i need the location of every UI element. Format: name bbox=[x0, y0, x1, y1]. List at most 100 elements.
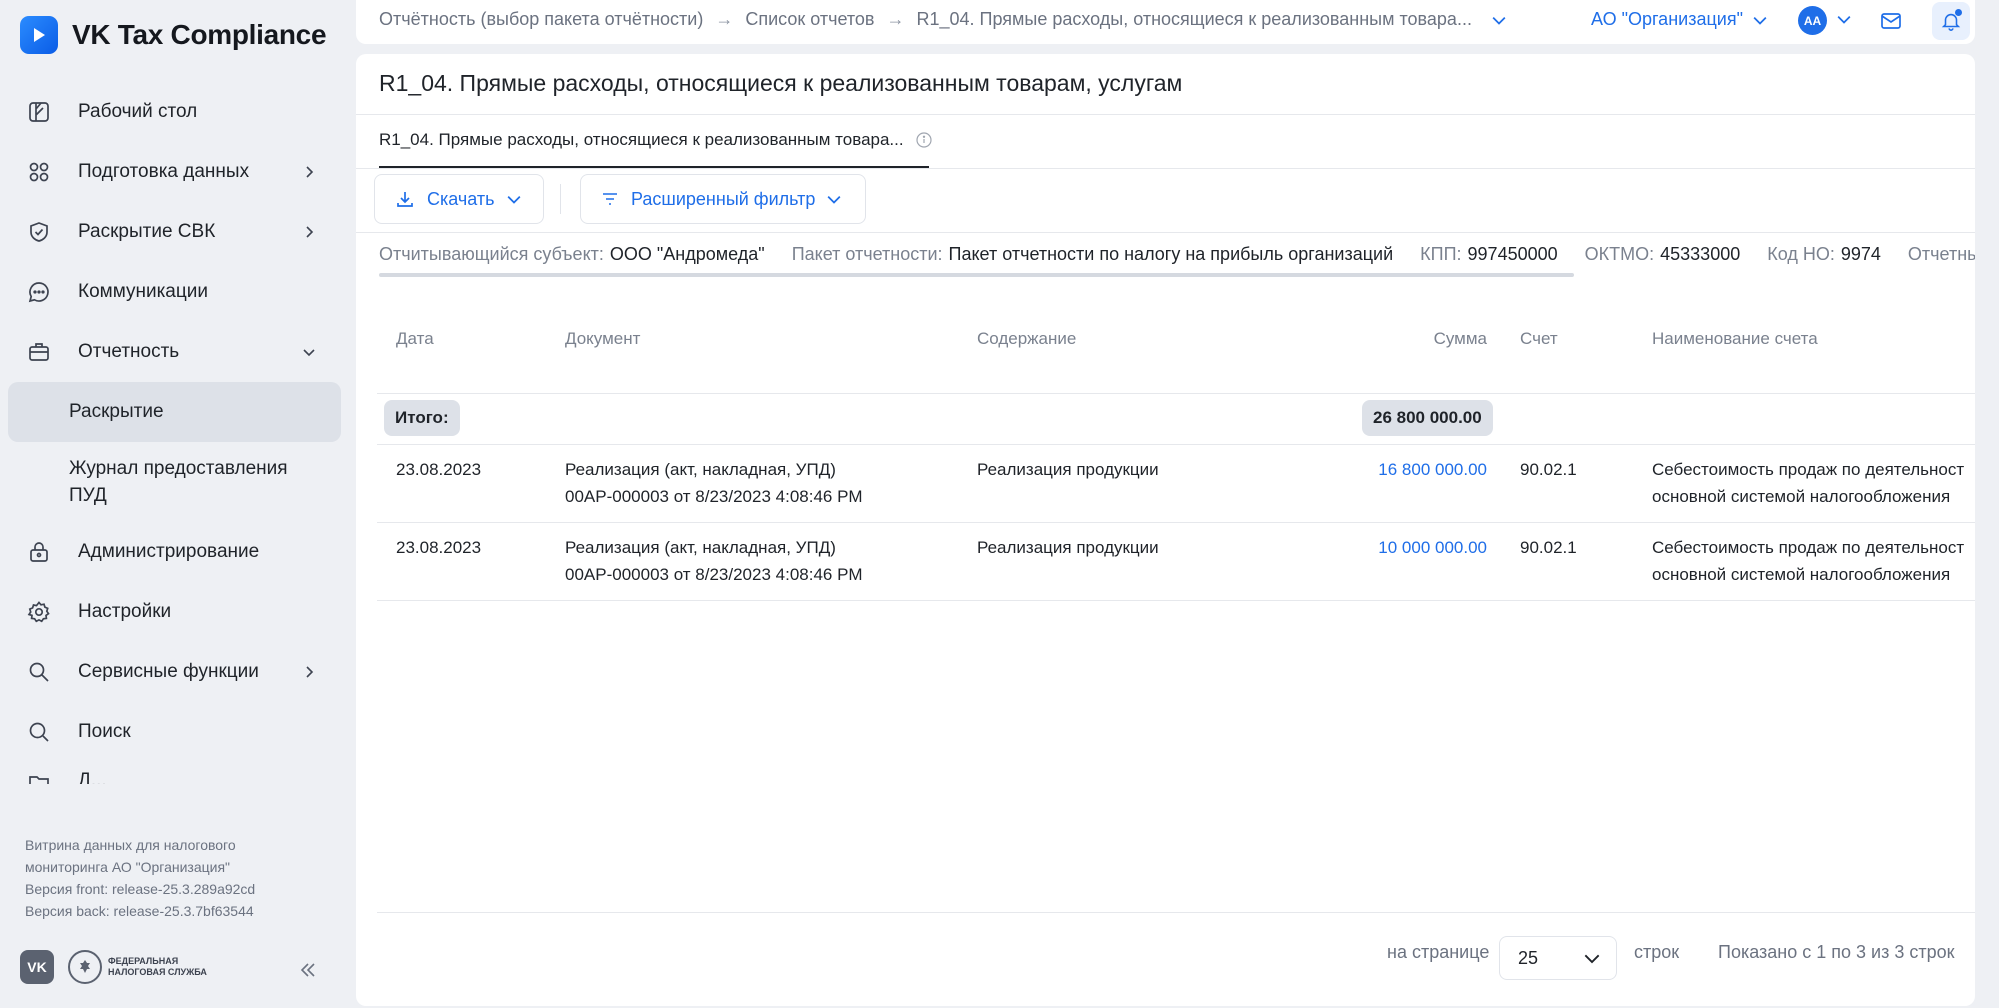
sidebar: VK Tax Compliance Рабочий стол Подготовк… bbox=[0, 0, 356, 1008]
arrow-right-icon: → bbox=[715, 9, 734, 29]
avatar[interactable]: АА bbox=[1798, 6, 1827, 35]
sidebar-item-label: Подготовка данных bbox=[78, 161, 250, 182]
sidebar-item-admin[interactable]: Администрирование bbox=[8, 522, 341, 582]
document-type: Реализация (акт, накладная, УПД) bbox=[565, 538, 836, 557]
info-value: ООО "Андромеда" bbox=[609, 244, 765, 264]
sidebar-item-svk[interactable]: Раскрытие СВК bbox=[8, 202, 341, 262]
cell-document: Реализация (акт, накладная, УПД) 00АР-00… bbox=[565, 456, 863, 510]
cell-date: 23.08.2023 bbox=[396, 460, 482, 479]
account-name-line: основной системой налогообложения bbox=[1652, 487, 1951, 506]
download-icon bbox=[397, 192, 413, 207]
cell-sum-link[interactable]: 10 000 000.00 bbox=[1296, 534, 1487, 561]
advanced-filter-button[interactable]: Расширенный фильтр bbox=[580, 174, 866, 224]
per-page-value: 25 bbox=[1518, 947, 1539, 968]
sidebar-nav: Рабочий стол Подготовка данных Раскрытие… bbox=[8, 82, 341, 784]
sidebar-item-label: Раскрытие bbox=[69, 401, 164, 422]
notification-dot bbox=[1955, 9, 1962, 16]
shown-count: Показано с 1 по 3 из 3 строк bbox=[1718, 942, 1955, 962]
collapse-sidebar-icon[interactable] bbox=[298, 960, 320, 982]
briefcase-icon bbox=[26, 339, 52, 365]
sidebar-item-label: Раскрытие СВК bbox=[78, 221, 216, 242]
lock-person-icon bbox=[26, 539, 52, 565]
sidebar-item-label: Рабочий стол bbox=[78, 101, 198, 122]
sidebar-item-label: Сервисные функции bbox=[78, 661, 259, 682]
top-header: Отчётность (выбор пакета отчётности) → С… bbox=[356, 0, 1975, 44]
info-value: 45333000 bbox=[1660, 244, 1741, 264]
filter-label: Расширенный фильтр bbox=[631, 188, 816, 209]
organization-select[interactable]: АО "Организация" bbox=[1591, 9, 1767, 30]
footer-line: мониторинга АО "Организация" bbox=[25, 859, 231, 875]
folder-icon bbox=[26, 770, 52, 784]
app-logo[interactable]: VK Tax Compliance bbox=[20, 16, 327, 54]
row-divider bbox=[377, 600, 1975, 601]
chevron-down-icon bbox=[1584, 954, 1600, 964]
cell-account: 90.02.1 bbox=[1520, 538, 1577, 557]
cell-sum-link[interactable]: 16 800 000.00 bbox=[1296, 456, 1487, 483]
info-value: Пакет отчетности по налогу на прибыль ор… bbox=[948, 244, 1394, 264]
report-info: Отчитывающийся субъект: ООО "Андромеда" П… bbox=[379, 244, 1975, 265]
column-header-document[interactable]: Документ bbox=[565, 329, 640, 349]
document-type: Реализация (акт, накладная, УПД) bbox=[565, 460, 836, 479]
per-page-select[interactable]: 25 bbox=[1499, 936, 1617, 980]
sidebar-item-settings[interactable]: Настройки bbox=[8, 582, 341, 642]
search-gear-icon bbox=[26, 659, 52, 685]
toolbar-separator bbox=[560, 184, 561, 214]
organization-label: АО "Организация" bbox=[1591, 9, 1743, 29]
sidebar-item-desktop[interactable]: Рабочий стол bbox=[8, 82, 341, 142]
sidebar-item-data-prep[interactable]: Подготовка данных bbox=[8, 142, 341, 202]
tab-label: R1_04. Прямые расходы, относящиеся к реа… bbox=[379, 130, 904, 149]
info-icon[interactable] bbox=[916, 132, 932, 148]
sidebar-item-reporting[interactable]: Отчетность bbox=[8, 322, 341, 382]
chevron-down-icon[interactable] bbox=[1837, 12, 1851, 31]
chevron-down-icon bbox=[827, 196, 841, 204]
info-key: КПП: bbox=[1420, 244, 1462, 264]
sidebar-item-label: Д... bbox=[78, 770, 107, 784]
chevron-down-icon bbox=[1753, 16, 1767, 25]
divider bbox=[377, 912, 1975, 913]
column-header-content[interactable]: Содержание bbox=[977, 329, 1076, 349]
breadcrumb-item[interactable]: R1_04. Прямые расходы, относящиеся к реа… bbox=[916, 9, 1471, 30]
sidebar-item-label: Поиск bbox=[78, 721, 131, 742]
footer-line: Витрина данных для налогового bbox=[25, 837, 236, 853]
download-button[interactable]: Скачать bbox=[374, 174, 544, 224]
chevron-down-icon bbox=[299, 342, 319, 362]
column-header-sum[interactable]: Сумма bbox=[1356, 329, 1487, 349]
vk-logo: VK bbox=[20, 950, 54, 984]
column-header-account[interactable]: Счет bbox=[1520, 329, 1558, 349]
dashboard-icon bbox=[26, 99, 52, 125]
tab-report[interactable]: R1_04. Прямые расходы, относящиеся к реа… bbox=[379, 130, 932, 150]
breadcrumb: Отчётность (выбор пакета отчётности) → С… bbox=[379, 9, 1512, 30]
sidebar-item-service[interactable]: Сервисные функции bbox=[8, 642, 341, 702]
column-header-account-name[interactable]: Наименование счета bbox=[1652, 329, 1818, 349]
chevron-right-icon bbox=[299, 662, 319, 682]
horizontal-scrollbar[interactable] bbox=[379, 273, 1574, 277]
notifications-button[interactable] bbox=[1932, 2, 1970, 40]
breadcrumb-item[interactable]: Отчётность (выбор пакета отчётности) bbox=[379, 9, 703, 30]
rows-label: строк bbox=[1634, 942, 1680, 962]
column-header-date[interactable]: Дата bbox=[396, 329, 434, 349]
chevron-right-icon bbox=[299, 222, 319, 242]
cell-date: 23.08.2023 bbox=[396, 538, 482, 557]
sidebar-item-partial[interactable]: Д... bbox=[8, 762, 341, 784]
cell-content: Реализация продукции bbox=[977, 460, 1159, 479]
sidebar-item-disclosure[interactable]: Раскрытие bbox=[8, 382, 341, 442]
cell-account-name: Себестоимость продаж по деятельност осно… bbox=[1652, 534, 1964, 588]
divider bbox=[356, 114, 1975, 115]
footer-version-back: Версия back: release-25.3.7bf63544 bbox=[25, 903, 254, 919]
info-key: Отчитывающийся субъект: bbox=[379, 244, 604, 264]
modules-icon bbox=[26, 159, 52, 185]
sidebar-item-pud-journal[interactable]: Журнал предоставления ПУД bbox=[8, 442, 341, 522]
fns-text: НАЛОГОВАЯ СЛУЖБА bbox=[108, 967, 207, 977]
mail-icon[interactable] bbox=[1879, 9, 1903, 38]
shield-check-icon bbox=[26, 219, 52, 245]
sidebar-item-search[interactable]: Поиск bbox=[8, 702, 341, 762]
sidebar-item-label: Коммуникации bbox=[78, 281, 208, 302]
breadcrumb-item[interactable]: Список отчетов bbox=[745, 9, 874, 30]
chat-icon bbox=[26, 279, 52, 305]
row-divider bbox=[377, 444, 1975, 445]
chevron-down-icon[interactable] bbox=[1492, 10, 1512, 30]
sidebar-item-communications[interactable]: Коммуникации bbox=[8, 262, 341, 322]
row-divider bbox=[377, 522, 1975, 523]
partner-logos: VK ФЕДЕРАЛЬНАЯ НАЛОГОВАЯ СЛУЖБА bbox=[20, 950, 207, 984]
cell-content: Реализация продукции bbox=[977, 538, 1159, 557]
